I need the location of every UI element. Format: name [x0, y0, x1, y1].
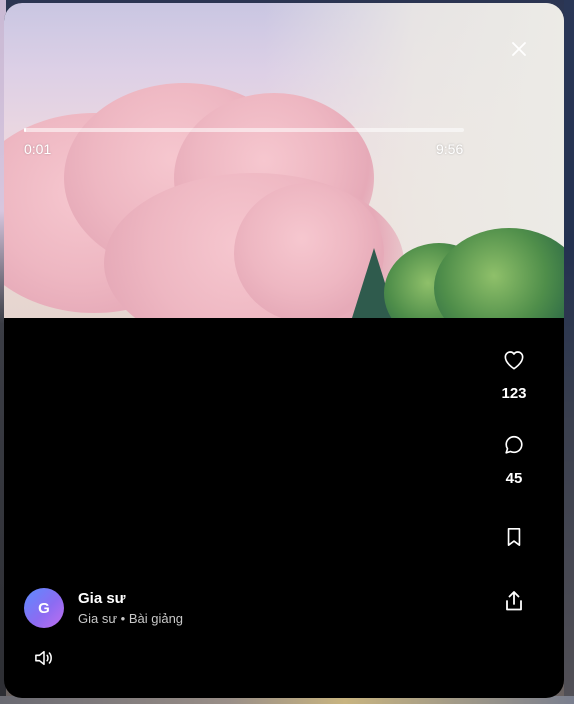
comment-icon — [505, 435, 523, 454]
total-time: 9:56 — [436, 141, 464, 157]
author-name[interactable]: Gia sư — [78, 590, 183, 608]
author-text: Gia sư Gia sư • Bài giảng — [78, 590, 183, 627]
author-info: G Gia sư Gia sư • Bài giảng — [24, 588, 183, 628]
comment-button[interactable] — [502, 433, 526, 457]
heart-icon — [504, 351, 524, 370]
like-action: 123 — [494, 348, 534, 402]
comment-action: 45 — [494, 433, 534, 487]
like-count: 123 — [501, 385, 527, 402]
backdrop-right — [564, 0, 574, 704]
like-button[interactable] — [502, 348, 526, 372]
progress-bar[interactable] — [24, 128, 464, 132]
video-player-modal: 0:01 9:56 123 45 G Gia sư Gia sư • Bài g… — [4, 3, 564, 698]
author-subtitle: Gia sư • Bài giảng — [78, 610, 184, 626]
share-button[interactable] — [502, 589, 526, 613]
progress-fill — [24, 128, 26, 132]
avatar[interactable]: G — [24, 588, 64, 628]
close-icon — [512, 42, 526, 56]
share-action — [494, 589, 534, 613]
share-icon — [506, 591, 522, 611]
current-time: 0:01 — [24, 141, 52, 157]
volume-button[interactable] — [32, 646, 56, 670]
volume-icon — [35, 650, 52, 666]
bookmark-button[interactable] — [502, 525, 526, 549]
comment-count: 45 — [505, 470, 523, 487]
close-button[interactable] — [507, 37, 531, 61]
video-frame[interactable]: 0:01 9:56 — [4, 3, 564, 318]
bookmark-action — [494, 525, 534, 549]
bookmark-icon — [507, 528, 521, 546]
